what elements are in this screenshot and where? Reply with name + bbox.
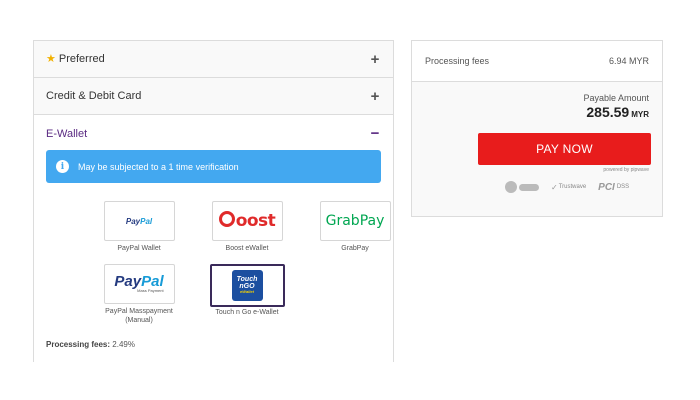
info-icon: i (56, 160, 69, 173)
security-badges: ✓ Trustwave PCI DSS (505, 181, 629, 193)
star-icon: ★ (46, 52, 56, 65)
processing-fees-label: Processing fees: (46, 340, 111, 349)
payable-amount-label: Payable Amount (583, 93, 649, 103)
wallet-option-boost[interactable]: oost Boost eWallet (202, 201, 292, 254)
payable-currency: MYR (631, 110, 649, 119)
accordion-preferred[interactable]: ★ Preferred + (34, 41, 393, 78)
wallet-name: PayPal Masspayment (Manual) (105, 308, 173, 324)
grabpay-logo: GrabPay (319, 201, 391, 241)
wallet-name: Touch n Go e-Wallet (215, 309, 279, 316)
accordion-e-wallet[interactable]: E-Wallet − (34, 115, 393, 152)
touch-n-go-logo: Touch nGO eWallet (209, 264, 285, 307)
wallet-name: Boost eWallet (225, 245, 269, 252)
collapse-icon[interactable]: − (369, 126, 381, 141)
trustwave-badge: ✓ Trustwave (551, 182, 587, 192)
wallet-option-touch-n-go[interactable]: Touch nGO eWallet Touch n Go e-Wallet (202, 264, 292, 318)
pci-dss-badge: PCI DSS (598, 181, 630, 193)
expand-icon[interactable]: + (369, 89, 381, 104)
secure-seal-icon (505, 181, 539, 193)
pay-now-button[interactable]: PAY NOW (478, 133, 651, 165)
expand-icon[interactable]: + (369, 52, 381, 67)
ewallet-label: E-Wallet (46, 127, 88, 140)
verification-notice-text: May be subjected to a 1 time verificatio… (78, 161, 239, 172)
wallet-name: GrabPay (341, 245, 369, 252)
order-summary-panel: Processing fees 6.94 MYR Payable Amount … (411, 40, 663, 217)
paypal-logo: PayPal (103, 201, 175, 241)
powered-by-label: powered by pipwave (603, 167, 649, 173)
payable-amount-value: 285.59 (586, 104, 630, 120)
processing-fees-row: Processing fees 6.94 MYR (412, 41, 662, 82)
wallet-option-grabpay[interactable]: GrabPay GrabPay (310, 201, 400, 254)
processing-fees-value: 2.49% (112, 340, 135, 349)
paypal-masspayment-logo: PayPal Mass Payment (103, 264, 175, 304)
ewallet-processing-fees: Processing fees: 2.49% (46, 340, 135, 349)
payable-amount-block: Payable Amount 285.59 MYR (412, 82, 662, 120)
wallet-option-paypal[interactable]: PayPal PayPal Wallet (94, 201, 184, 254)
wallet-name: PayPal Wallet (117, 245, 161, 252)
processing-fees-label: Processing fees (425, 56, 490, 66)
verification-notice: i May be subjected to a 1 time verificat… (46, 150, 381, 183)
boost-logo: oost (211, 201, 283, 241)
accordion-credit-debit-card[interactable]: Credit & Debit Card + (34, 78, 393, 115)
payment-methods-panel: ★ Preferred + Credit & Debit Card + E-Wa… (33, 40, 394, 362)
processing-fees-amount: 6.94 MYR (608, 56, 649, 66)
card-label: Credit & Debit Card (46, 90, 142, 102)
preferred-label: Preferred (58, 53, 105, 65)
wallet-option-paypal-masspayment[interactable]: PayPal Mass Payment PayPal Masspayment (M… (94, 264, 184, 326)
